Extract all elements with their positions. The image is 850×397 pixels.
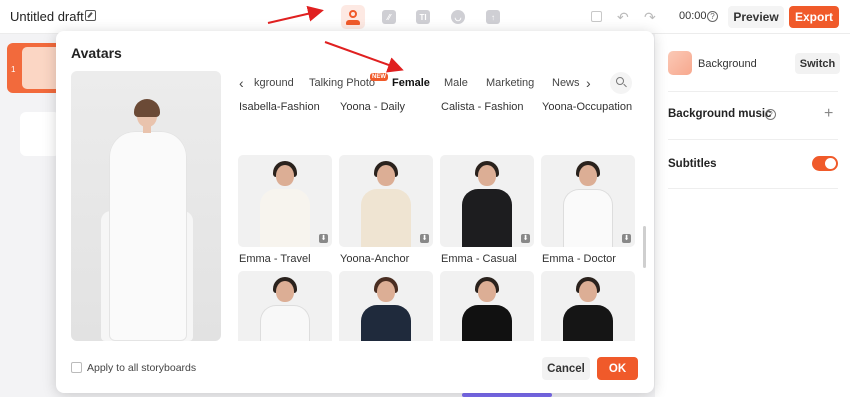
modal-title: Avatars (71, 45, 122, 61)
avatar-card-emma-casual[interactable]: ⬇ (440, 155, 534, 247)
avatars-modal: Avatars ‹ kground Talking Photo NEW Fema… (56, 31, 654, 393)
top-bar: Untitled draft ⁄⁄ TI ◡ ↑ ↶ ↷ 00:00 ? Pre… (0, 0, 850, 34)
divider (668, 91, 838, 92)
ratio-tool-button[interactable]: ⁄⁄ (377, 5, 401, 29)
redo-icon[interactable]: ↷ (644, 9, 656, 26)
avatar-name: Isabella-Fashion (239, 101, 320, 113)
avatar-head (276, 165, 294, 186)
avatar-name: Yoona-Anchor (340, 253, 410, 265)
ok-button[interactable]: OK (597, 357, 638, 380)
avatar-body (260, 189, 310, 247)
scrollbar[interactable] (643, 226, 646, 268)
avatar-body (563, 305, 613, 341)
subtitles-toggle[interactable] (812, 156, 838, 171)
tab-background[interactable]: kground (254, 77, 294, 89)
avatar-card-emma-travel[interactable]: ⬇ (238, 155, 332, 247)
avatar-head (276, 281, 294, 302)
avatar-grid: Isabella-Fashion Yoona - Daily Calista -… (236, 98, 636, 341)
sticker-icon: ◡ (451, 10, 465, 24)
download-icon[interactable]: ⬇ (319, 234, 328, 243)
edit-icon[interactable] (85, 10, 96, 21)
download-icon[interactable]: ⬇ (521, 234, 530, 243)
avatar-card[interactable]: ⬇ (541, 271, 635, 341)
background-music-label: Background music (668, 108, 772, 120)
tabs-next-icon[interactable]: › (586, 75, 591, 91)
avatar-head (377, 281, 395, 302)
undo-icon[interactable]: ↶ (617, 9, 629, 26)
draft-title[interactable]: Untitled draft (10, 9, 84, 24)
timer: 00:00 (679, 10, 707, 22)
upload-tool-button[interactable]: ↑ (481, 5, 505, 29)
text-icon: TI (416, 10, 430, 24)
avatar-head (377, 165, 395, 186)
save-icon[interactable] (591, 11, 602, 22)
tab-male[interactable]: Male (444, 77, 468, 89)
cancel-button[interactable]: Cancel (542, 357, 590, 380)
avatar-head (579, 165, 597, 186)
avatar-card-yoona-anchor[interactable]: ⬇ (339, 155, 433, 247)
help-icon[interactable]: ? (707, 11, 718, 22)
storyboard-number: 1 (11, 65, 16, 74)
tab-news[interactable]: News (552, 77, 580, 89)
avatar-name: Yoona - Daily (340, 101, 406, 113)
help-icon[interactable]: ? (765, 109, 776, 120)
avatar-name: Emma - Doctor (542, 253, 616, 265)
avatar-card-emma-doctor[interactable]: ⬇ (541, 155, 635, 247)
avatar-body (462, 189, 512, 247)
search-icon (616, 77, 624, 85)
avatar-tool-button[interactable] (341, 5, 365, 29)
avatar-name: Emma - Travel (239, 253, 311, 265)
sticker-tool-button[interactable]: ◡ (446, 5, 470, 29)
category-tabs: kground Talking Photo NEW Female Male Ma… (239, 71, 599, 95)
search-button[interactable] (610, 72, 632, 94)
divider (668, 139, 838, 140)
apply-all-label[interactable]: Apply to all storyboards (87, 362, 196, 374)
tab-marketing[interactable]: Marketing (486, 77, 534, 89)
timeline-bar (462, 393, 552, 397)
new-badge: NEW (370, 73, 388, 81)
avatar-name: Calista - Fashion (441, 101, 524, 113)
avatar-card[interactable]: ⬇ (339, 271, 433, 341)
apply-all-checkbox[interactable] (71, 362, 82, 373)
avatar-body (260, 305, 310, 341)
divider (668, 188, 838, 189)
avatar-head (579, 281, 597, 302)
avatar-head (478, 281, 496, 302)
right-panel: Background Switch Background music ? + S… (655, 34, 850, 397)
add-music-icon[interactable]: + (824, 105, 833, 123)
avatar-body (563, 189, 613, 247)
upload-icon: ↑ (486, 10, 500, 24)
avatar-card[interactable]: ⬇ (440, 271, 534, 341)
switch-button[interactable]: Switch (795, 53, 840, 74)
background-thumbnail[interactable] (668, 51, 692, 75)
avatar-card[interactable]: ⬇ (238, 271, 332, 341)
avatar-body (361, 189, 411, 247)
text-tool-button[interactable]: TI (411, 5, 435, 29)
subtitles-label: Subtitles (668, 158, 717, 170)
preview-figure-dress (109, 131, 187, 341)
tab-talking-photo[interactable]: Talking Photo (309, 77, 375, 89)
tab-female[interactable]: Female (392, 77, 430, 89)
export-button[interactable]: Export (789, 6, 839, 28)
background-label: Background (698, 58, 757, 70)
preview-button[interactable]: Preview (728, 6, 784, 28)
avatar-head (478, 165, 496, 186)
storyboard-add-slot[interactable] (20, 112, 60, 156)
avatar-body (361, 305, 411, 341)
ratio-icon: ⁄⁄ (382, 10, 396, 24)
avatar-icon (346, 9, 360, 25)
download-icon[interactable]: ⬇ (622, 234, 631, 243)
avatar-body (462, 305, 512, 341)
preview-figure-hair (134, 99, 160, 117)
avatar-preview (71, 71, 221, 341)
avatar-name: Emma - Casual (441, 253, 517, 265)
download-icon[interactable]: ⬇ (420, 234, 429, 243)
avatar-name: Yoona-Occupation (542, 101, 633, 113)
